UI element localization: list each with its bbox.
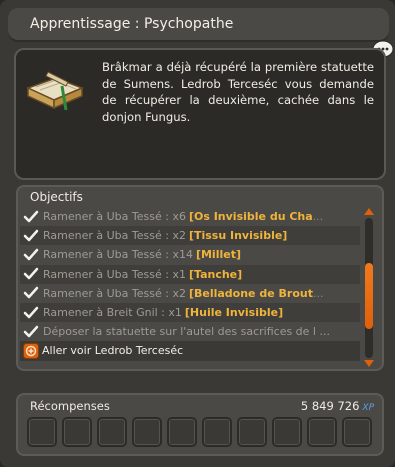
checkmark-icon bbox=[22, 210, 40, 224]
checkmark-icon bbox=[22, 267, 40, 281]
objectives-panel: Objectifs Ramener à Uba Tessé : x6 [Os I… bbox=[16, 185, 384, 371]
objective-row[interactable]: Ramener à Uba Tessé : x6 [Os Invisible d… bbox=[20, 207, 360, 226]
objective-row-current[interactable]: Aller voir Ledrob Terceséc bbox=[20, 341, 360, 361]
objective-text: Ramener à Uba Tessé : x6 bbox=[43, 210, 186, 224]
objective-row[interactable]: Ramener à Uba Tessé : x14 [Millet] bbox=[20, 245, 360, 264]
quest-window: Apprentissage : Psychopathe Brâkmar a dé… bbox=[0, 0, 395, 467]
scroll-thumb[interactable] bbox=[365, 263, 373, 329]
objective-text: Ramener à Uba Tessé : x1 bbox=[43, 267, 186, 281]
objective-ellipsis: ... bbox=[312, 210, 324, 224]
objective-text: Ramener à Breit Gnil : x1 bbox=[43, 306, 182, 320]
quest-book-icon bbox=[26, 71, 84, 111]
objective-row[interactable]: Déposer la statuette sur l'autel des sac… bbox=[20, 322, 360, 341]
reward-slot[interactable] bbox=[27, 417, 57, 447]
rewards-label: Récompenses bbox=[30, 399, 110, 413]
objective-item[interactable]: [Huile Invisible] bbox=[185, 306, 283, 319]
title-bar[interactable]: Apprentissage : Psychopathe bbox=[8, 8, 389, 42]
objective-text: Ramener à Uba Tessé : x2 bbox=[43, 229, 186, 243]
quest-description: Brâkmar a déjà récupéré la première stat… bbox=[102, 60, 374, 124]
objective-item[interactable]: [Tissu Invisible] bbox=[189, 229, 287, 242]
reward-slot[interactable] bbox=[167, 417, 197, 447]
objective-item[interactable]: [Tanche] bbox=[189, 268, 242, 281]
checkmark-icon bbox=[22, 325, 40, 339]
rewards-xp: 5 849 726 XP bbox=[301, 399, 374, 413]
objective-row[interactable]: Ramener à Uba Tessé : x2 [Tissu Invisibl… bbox=[20, 226, 360, 246]
reward-slot[interactable] bbox=[342, 417, 372, 447]
objective-item[interactable]: [Belladone de Brout bbox=[189, 287, 313, 300]
objectives-list: Ramener à Uba Tessé : x6 [Os Invisible d… bbox=[20, 207, 360, 367]
rewards-panel: Récompenses 5 849 726 XP bbox=[16, 393, 384, 456]
objective-item[interactable]: [Os Invisible du Cha bbox=[189, 210, 313, 223]
objectives-header: Objectifs bbox=[30, 190, 83, 204]
checkmark-icon bbox=[22, 248, 40, 262]
current-objective-icon bbox=[23, 342, 39, 359]
objectives-scrollbar[interactable] bbox=[362, 207, 376, 369]
reward-slot[interactable] bbox=[62, 417, 92, 447]
objective-item[interactable]: [Millet] bbox=[196, 248, 241, 261]
reward-slot[interactable] bbox=[272, 417, 302, 447]
reward-slot[interactable] bbox=[132, 417, 162, 447]
objective-text: Aller voir Ledrob Terceséc bbox=[42, 344, 184, 358]
objective-row[interactable]: Ramener à Breit Gnil : x1 [Huile Invisib… bbox=[20, 302, 360, 323]
xp-value: 5 849 726 bbox=[300, 399, 360, 413]
objective-text: Ramener à Uba Tessé : x2 bbox=[43, 286, 186, 300]
objective-ellipsis: ... bbox=[312, 286, 324, 300]
scroll-up-arrow-icon[interactable] bbox=[363, 207, 375, 216]
reward-slot[interactable] bbox=[307, 417, 337, 447]
objective-text: Ramener à Uba Tessé : x14 bbox=[43, 248, 193, 262]
reward-slot[interactable] bbox=[97, 417, 127, 447]
reward-slot[interactable] bbox=[202, 417, 232, 447]
window-title: Apprentissage : Psychopathe bbox=[30, 16, 234, 32]
xp-unit: XP bbox=[362, 403, 374, 413]
checkmark-icon bbox=[22, 286, 40, 300]
quest-description-panel: Brâkmar a déjà récupéré la première stat… bbox=[14, 48, 386, 180]
objective-row[interactable]: Ramener à Uba Tessé : x1 [Tanche] bbox=[20, 264, 360, 284]
reward-slots bbox=[27, 417, 372, 447]
scroll-down-arrow-icon[interactable] bbox=[363, 359, 375, 368]
objective-text: Déposer la statuette sur l'autel des sac… bbox=[43, 325, 330, 339]
objective-row[interactable]: Ramener à Uba Tessé : x2 [Belladone de B… bbox=[20, 284, 360, 303]
checkmark-icon bbox=[22, 229, 40, 243]
reward-slot[interactable] bbox=[237, 417, 267, 447]
checkmark-icon bbox=[22, 306, 40, 320]
